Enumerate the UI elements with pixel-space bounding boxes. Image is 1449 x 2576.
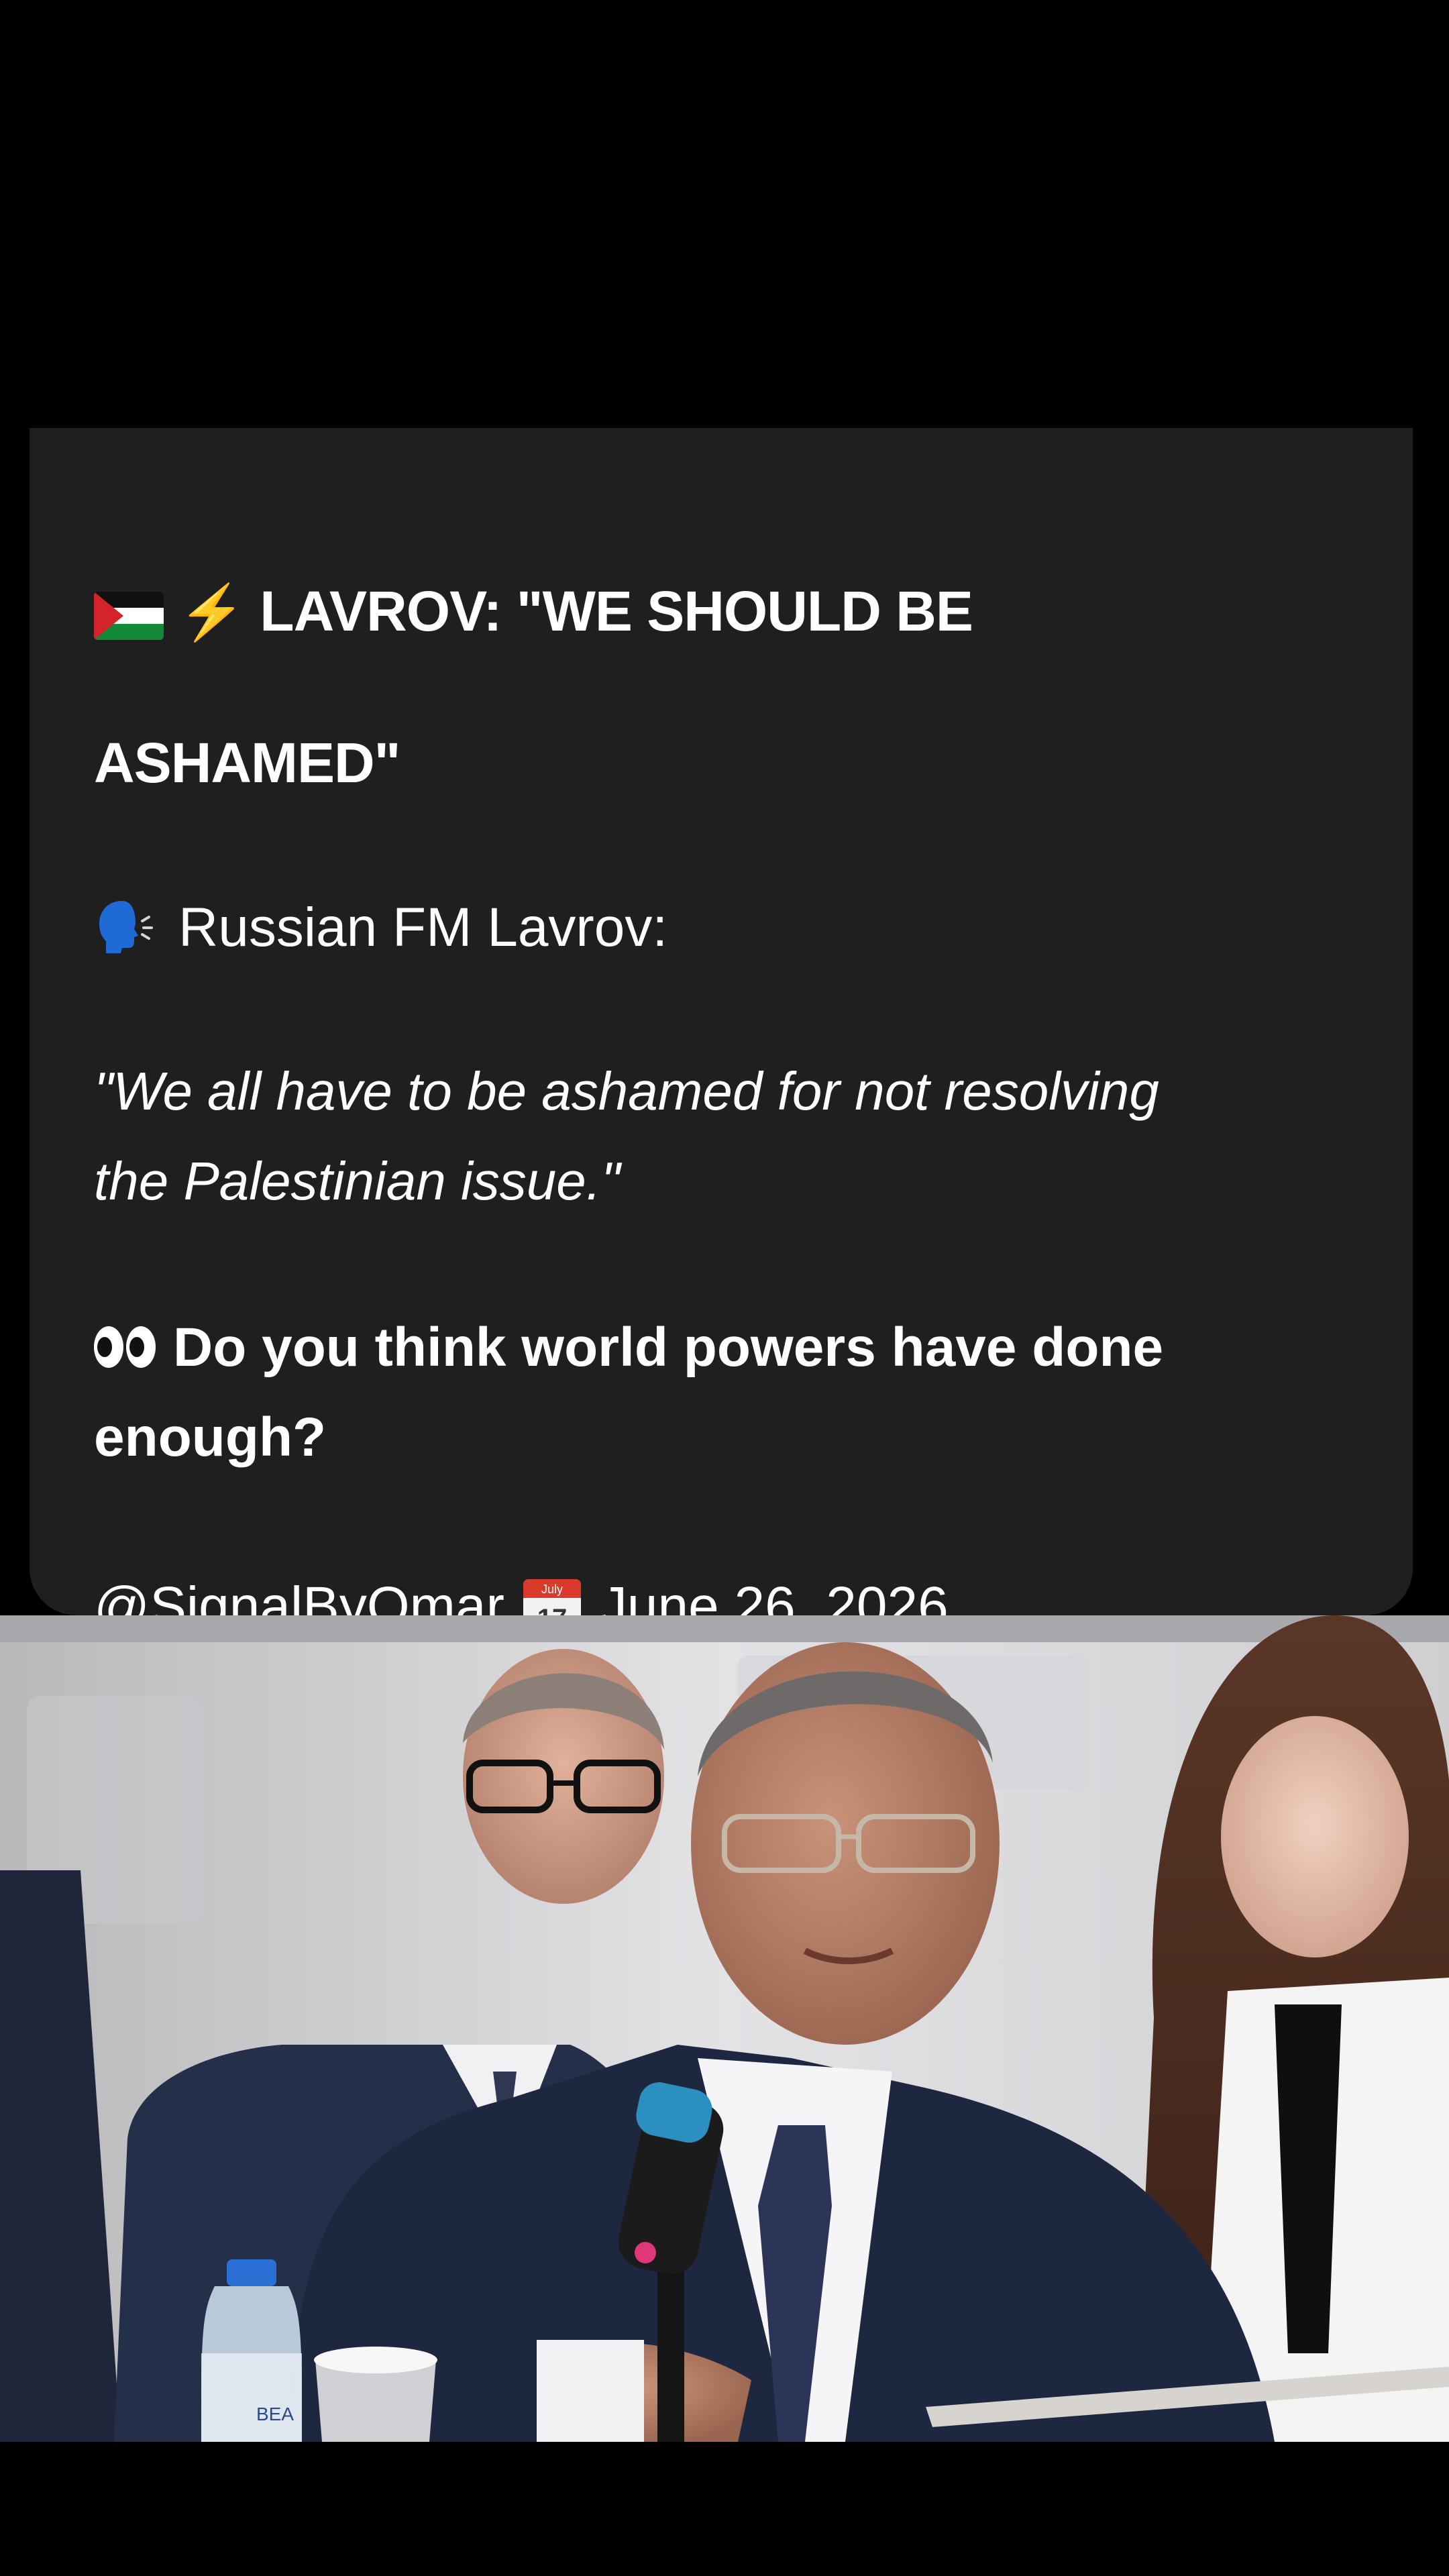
eyes-icon xyxy=(94,1326,156,1368)
quote: "We all have to be ashamed for not resol… xyxy=(94,1046,1355,1226)
question-line-2: enough? xyxy=(94,1407,327,1468)
quote-line-1: "We all have to be ashamed for not resol… xyxy=(94,1061,1159,1121)
headline-line-2: ASHAMED" xyxy=(94,731,401,794)
palestine-flag-icon xyxy=(94,591,164,640)
lightning-icon: ⚡ xyxy=(178,582,246,642)
question: Do you think world powers have done enou… xyxy=(94,1303,1355,1483)
speaker-line: Russian FM Lavrov: xyxy=(94,884,1348,971)
calendar-month: July xyxy=(541,1582,563,1596)
post-card: ⚡ LAVROV: "WE SHOULD BE ASHAMED" Russian… xyxy=(30,428,1413,1637)
speaker-label: Russian FM Lavrov: xyxy=(178,897,668,958)
bottle-label: BEA xyxy=(256,2404,294,2424)
lavrov-press-photo: BEA xyxy=(0,1615,1449,2442)
question-line-1: Do you think world powers have done xyxy=(173,1317,1164,1378)
headline-line-1: LAVROV: "WE SHOULD BE xyxy=(260,580,973,643)
speaking-head-icon xyxy=(99,901,153,953)
quote-line-2: the Palestinian issue." xyxy=(94,1151,621,1211)
headline-emoji-group xyxy=(94,496,164,545)
headline: ⚡ LAVROV: "WE SHOULD BE ASHAMED" xyxy=(94,468,1348,810)
russia-flag-icon xyxy=(94,496,164,545)
